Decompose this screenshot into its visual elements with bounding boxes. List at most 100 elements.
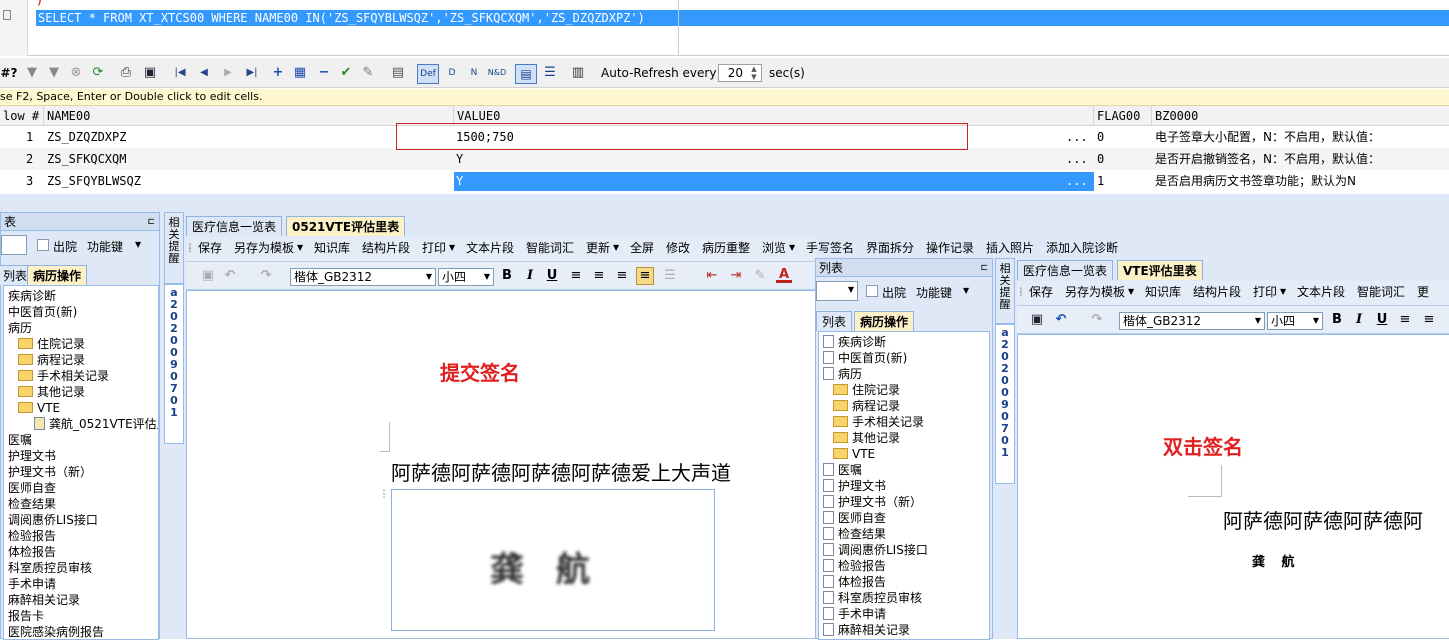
tree-item[interactable]: 检查结果 xyxy=(8,496,56,512)
cell-flag[interactable]: 1 xyxy=(1097,170,1104,192)
tree-item[interactable]: 中医首页(新) xyxy=(823,350,907,366)
col-header-row[interactable]: low # xyxy=(0,106,44,126)
tree-item[interactable]: 疾病诊断 xyxy=(823,334,886,350)
nd-toggle[interactable]: N&D xyxy=(487,65,507,81)
italic-icon[interactable]: I xyxy=(1351,312,1367,328)
filter-clear-icon[interactable]: ▼ xyxy=(46,65,62,81)
brush-icon[interactable]: ✎ xyxy=(752,268,768,284)
tree-item[interactable]: 手术申请 xyxy=(8,576,56,592)
cell-ellipsis-button[interactable]: ... xyxy=(1066,170,1088,192)
chevron-down-icon[interactable]: ▼ xyxy=(789,237,795,259)
tree-item[interactable]: 病程记录 xyxy=(18,352,85,368)
tree-item[interactable]: 医师自查 xyxy=(8,480,56,496)
tree-item[interactable]: VTE xyxy=(18,400,60,416)
tree-item[interactable]: 检验报告 xyxy=(8,528,56,544)
tree-item[interactable]: 手术相关记录 xyxy=(18,368,109,384)
insert-multi-icon[interactable]: ▦ xyxy=(292,65,308,81)
seconds-spinner-icon[interactable]: ▲ ▼ xyxy=(748,65,760,81)
menu-item[interactable]: 病历重整 xyxy=(702,237,750,259)
cell-name[interactable]: ZS_SFQYBLWSQZ xyxy=(47,170,141,192)
menu-item[interactable]: 知识库 xyxy=(1145,281,1181,303)
save-doc-icon[interactable]: ▣ xyxy=(1029,312,1045,328)
menu-item[interactable]: 更新 xyxy=(586,237,610,259)
align-center-icon[interactable]: ≡ xyxy=(1421,312,1437,328)
align-left-icon[interactable]: ≡ xyxy=(1397,312,1413,328)
tree-item[interactable]: 护理文书（新） xyxy=(8,464,92,480)
tree-item[interactable]: 检查结果 xyxy=(823,526,886,542)
tree-item[interactable]: 疾病诊断 xyxy=(8,288,56,304)
related-reminder-tab[interactable]: 相关提醒 xyxy=(164,212,184,284)
cell-name[interactable]: ZS_DZQZDXPZ xyxy=(47,126,126,148)
tab-medical-overview[interactable]: 医疗信息一览表 xyxy=(1017,260,1114,280)
post-edit-icon[interactable]: ✔ xyxy=(338,65,354,81)
right-record-tree[interactable]: 疾病诊断 中医首页(新) 病历 住院记录 病程记录 手术相关记录 其他记录 VTE 医嘱 护理文书… xyxy=(818,331,990,640)
document-body-text[interactable]: 阿萨德阿萨德阿萨德阿萨德爱上大声道 xyxy=(391,457,731,486)
data-grid[interactable]: low # NAME00 VALUE0 FLAG00 BZ0000 1 ZS_D… xyxy=(0,106,1449,194)
tree-item[interactable]: 麻醉相关记录 xyxy=(8,592,80,608)
next-record-icon[interactable]: ▶ xyxy=(220,65,236,81)
menu-item[interactable]: 文本片段 xyxy=(1297,281,1345,303)
tree-item[interactable]: 手术相关记录 xyxy=(833,414,924,430)
menu-item[interactable]: 智能词汇 xyxy=(526,237,574,259)
menu-item[interactable]: 界面拆分 xyxy=(866,237,914,259)
grid-mode-icon[interactable]: ▤ xyxy=(515,64,537,84)
save-doc-icon[interactable]: ▣ xyxy=(200,268,216,284)
document-editor-right[interactable]: 双击签名 阿萨德阿萨德阿萨德阿 龚 航 xyxy=(1017,334,1449,639)
chevron-down-icon[interactable]: ▼ xyxy=(963,286,969,295)
align-left-icon[interactable]: ≡ xyxy=(568,268,584,284)
tree-item[interactable]: 手术申请 xyxy=(823,606,886,622)
cell-flag[interactable]: 0 xyxy=(1097,148,1104,170)
menu-item[interactable]: 打印 xyxy=(1253,281,1277,303)
n-toggle[interactable]: N xyxy=(466,65,482,81)
menu-item[interactable]: 保存 xyxy=(198,237,222,259)
bold-icon[interactable]: B xyxy=(1329,312,1345,328)
cell-bz[interactable]: 是否开启撤销签名，N：不启用，默认值： xyxy=(1155,148,1380,170)
drag-handle-icon[interactable]: ⋮ xyxy=(379,489,389,503)
col-header-bz[interactable]: BZ0000 xyxy=(1152,106,1449,126)
tree-item[interactable]: 检验报告 xyxy=(823,558,886,574)
right-combo[interactable]: ▼ xyxy=(816,281,858,301)
font-family-select[interactable]: 楷体_GB2312 ▼ xyxy=(1119,312,1265,330)
tree-item[interactable]: 医嘱 xyxy=(823,462,862,478)
columns-icon[interactable]: ▥ xyxy=(570,65,586,81)
menu-item[interactable]: 插入照片 xyxy=(986,237,1034,259)
left-record-tree[interactable]: 疾病诊断 中医首页(新) 病历 住院记录 病程记录 手术相关记录 其他记录 VTE 龚航_052… xyxy=(3,285,159,640)
italic-icon[interactable]: I xyxy=(522,268,538,284)
print-icon[interactable]: ⎙ xyxy=(118,65,134,81)
list-icon[interactable]: ☰ xyxy=(662,268,678,284)
chevron-down-icon[interactable]: ▼ xyxy=(297,237,303,259)
document-body-text[interactable]: 阿萨德阿萨德阿萨德阿 xyxy=(1223,505,1423,534)
menu-item[interactable]: 文本片段 xyxy=(466,237,514,259)
tree-item[interactable]: 住院记录 xyxy=(18,336,85,352)
align-right-icon[interactable]: ≡ xyxy=(614,268,630,284)
tree-item[interactable]: 体检报告 xyxy=(8,544,56,560)
menu-item[interactable]: 修改 xyxy=(666,237,690,259)
menu-item[interactable]: 打印 xyxy=(422,237,446,259)
sql-editor[interactable]: ) SELECT * FROM XT_XTCS00 WHERE NAME00 I… xyxy=(0,0,1449,56)
menu-item[interactable]: 全屏 xyxy=(630,237,654,259)
tree-item[interactable]: 护理文书 xyxy=(823,478,886,494)
cell-value-selected[interactable]: Y xyxy=(456,170,463,192)
menu-item[interactable]: 更 xyxy=(1417,281,1429,303)
cancel-edit-icon[interactable]: ✎ xyxy=(360,65,376,81)
tree-item[interactable]: 护理文书 xyxy=(8,448,56,464)
outdent-icon[interactable]: ⇤ xyxy=(704,268,720,284)
tree-item[interactable]: 体检报告 xyxy=(823,574,886,590)
chevron-down-icon[interactable]: ▼ xyxy=(1128,281,1134,303)
menu-item[interactable]: 另存为模板 xyxy=(1065,281,1125,303)
tree-item[interactable]: 报告卡 xyxy=(8,608,44,624)
font-color-icon[interactable]: A xyxy=(776,267,792,283)
chevron-down-icon[interactable]: ▼ xyxy=(449,237,455,259)
chevron-down-icon[interactable]: ▼ xyxy=(1280,281,1286,303)
underline-icon[interactable]: U xyxy=(1374,312,1390,328)
stop-icon[interactable]: ⊗ xyxy=(68,65,84,81)
tab-record-ops[interactable]: 病历操作 xyxy=(27,265,88,285)
cell-name[interactable]: ZS_SFKQCXQM xyxy=(47,148,126,170)
tree-item[interactable]: 科室质控员审核 xyxy=(823,590,922,606)
tree-item[interactable]: 病历 xyxy=(823,366,862,382)
chevron-down-icon[interactable]: ▼ xyxy=(613,237,619,259)
undo-icon[interactable]: ↶ xyxy=(1053,312,1069,328)
discharge-checkbox[interactable] xyxy=(866,285,878,297)
last-record-icon[interactable]: ▶| xyxy=(244,65,260,81)
insert-row-icon[interactable]: + xyxy=(270,65,286,81)
